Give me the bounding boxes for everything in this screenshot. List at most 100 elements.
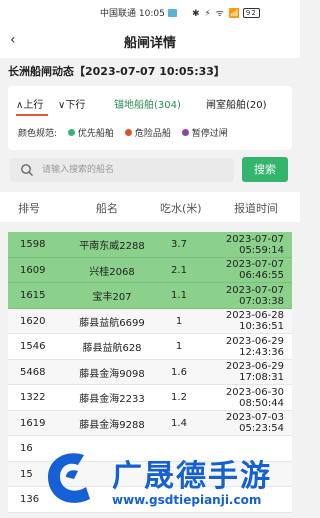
legend-label-priority: 优先船舶 [77, 129, 114, 139]
cell-time: 10:36:51 [239, 321, 284, 333]
cell-report-time: 2023-07-03 05:23:54 [220, 411, 284, 437]
legend-label-suspended: 暂停过闸 [191, 129, 228, 139]
cell-draft: 1 [175, 315, 183, 327]
search-button[interactable]: 搜索 [242, 157, 288, 182]
table-row[interactable]: 15 [8, 461, 292, 488]
cell-ship-name: 藤县益航6699 [79, 317, 145, 329]
cell-ship-name: 宝丰207 [92, 292, 132, 304]
cell-id: 5468 [20, 366, 46, 378]
cell-date: 2023-07-07 [225, 259, 284, 271]
column-header-draft: 吃水(米) [160, 202, 202, 215]
cell-report-time: 2023-06-30 08:50:44 [220, 385, 284, 411]
cell-id: 15 [20, 468, 33, 480]
filter-panel: ∧上行 ∨下行 锚地船舶(304) 闸室船舶(20) 颜色规范: 优先船舶 危险… [8, 86, 292, 150]
cell-ship-name: 平南东威2288 [79, 241, 145, 253]
cell-id: 1546 [20, 341, 46, 353]
search-icon [21, 164, 33, 176]
cell-ship-name [72, 436, 152, 462]
cell-report-time: 2023-06-28 10:36:51 [220, 309, 284, 335]
ship-table: 1598 平南东威2288 3.7 2023-07-07 05:59:14 1609 兴桂2… [8, 232, 292, 518]
table-row[interactable]: 5468 藤县金海9098 1.6 2023-06-29 17:08:31 [8, 359, 292, 386]
tab-upstream[interactable]: ∧上行 [16, 96, 43, 111]
cell-id: 1609 [20, 264, 46, 276]
legend-dot-priority [67, 129, 75, 136]
cell-time: 05:23:54 [239, 423, 284, 435]
cell-date: 2023-06-30 [225, 386, 284, 398]
cell-id: 1619 [20, 417, 46, 429]
cell-draft: 1.6 [171, 366, 187, 378]
column-header-id: 排号 [18, 202, 40, 215]
cell-time: 12:43:36 [239, 346, 284, 358]
status-bar: 中国联通 10:05 ✱ ⚡ ᯤ 📶 92 [0, 0, 300, 22]
cell-id: 1322 [20, 392, 46, 404]
table-row[interactable]: 1598 平南东威2288 3.7 2023-07-07 05:59:14 [8, 232, 292, 258]
cell-draft: 2.1 [171, 264, 187, 276]
cell-draft: 1 [175, 341, 183, 353]
cell-draft [166, 436, 192, 462]
table-row[interactable]: 1609 兴桂2068 2.1 2023-07-07 06:46:55 [8, 257, 292, 284]
cell-time: 08:50:44 [239, 397, 284, 409]
table-row[interactable]: 1615 宝丰207 1.1 2023-07-07 07:03:38 [8, 283, 292, 309]
cell-date: 2023-07-07 [225, 284, 284, 296]
search-input[interactable] [42, 161, 227, 179]
page-title: 船闸详情 [123, 36, 176, 51]
cell-report-time: 2023-07-07 07:03:38 [220, 283, 284, 309]
active-tab-indicator [16, 114, 48, 116]
notification-icon [167, 9, 177, 17]
cell-date: 2023-07-03 [225, 412, 284, 424]
legend-prefix: 颜色规范: [18, 129, 58, 139]
cell-ship-name [72, 462, 152, 488]
cell-report-time: 2023-06-29 17:08:31 [220, 360, 284, 386]
cell-ship-name [72, 487, 152, 513]
cell-id: 1620 [20, 315, 46, 327]
table-row[interactable]: 1546 藤县益航628 1 2023-06-29 12:43:36 [8, 334, 292, 360]
table-row[interactable]: 16 [8, 436, 292, 462]
legend-dot-suspended [181, 129, 189, 136]
cell-draft: 1.4 [171, 417, 187, 429]
status-icons: ✱ ⚡ ᯤ 📶 92 [192, 6, 260, 19]
cell-date: 2023-07-07 [225, 233, 284, 245]
cell-report-time: 2023-07-07 06:46:55 [220, 258, 284, 284]
battery-icon: 92 [242, 8, 260, 18]
cell-ship-name: 藤县金海9288 [79, 419, 145, 431]
table-row[interactable]: 1619 藤县金海9288 1.4 2023-07-03 05:23:54 [8, 410, 292, 437]
cell-draft: 1.2 [171, 392, 187, 404]
cell-report-time: 2023-07-07 05:59:14 [220, 232, 284, 258]
tab-downstream[interactable]: ∨下行 [58, 96, 85, 111]
cell-draft: 3.7 [171, 239, 187, 251]
cell-ship-name: 藤县金海2233 [79, 394, 145, 406]
cell-date: 2023-06-29 [225, 335, 284, 347]
cell-draft: 1.1 [171, 290, 187, 302]
lock-status-header: 长洲船闸动态【2023-07-07 10:05:33】 [8, 65, 225, 78]
tab-anchorage-ships[interactable]: 锚地船舶(304) [114, 96, 181, 111]
status-carrier-time: 中国联通 10:05 [100, 6, 177, 19]
table-row[interactable]: 1322 藤县金海2233 1.2 2023-06-30 08:50:44 [8, 385, 292, 411]
cell-report-time: 2023-06-29 12:43:36 [220, 334, 284, 360]
table-row[interactable]: 1620 藤县益航6699 1 2023-06-28 10:36:51 [8, 308, 292, 335]
search-box [10, 158, 234, 182]
table-row[interactable]: 136 [8, 487, 292, 513]
cell-ship-name: 藤县益航628 [82, 343, 142, 355]
cell-id: 136 [20, 494, 40, 506]
cell-id: 1615 [20, 290, 46, 302]
cell-report-time [220, 462, 284, 488]
table-header: 排号 船名 吃水(米) 报道时间 [0, 192, 300, 222]
column-header-name: 船名 [96, 202, 118, 215]
cell-id: 1598 [20, 239, 46, 251]
cell-ship-name: 兴桂2068 [89, 266, 135, 278]
column-header-time: 报道时间 [234, 202, 278, 215]
cell-time: 05:59:14 [239, 244, 284, 256]
cell-draft [166, 462, 192, 488]
tab-chamber-ships[interactable]: 闸室船舶(20) [206, 96, 267, 111]
cell-time: 06:46:55 [239, 270, 284, 282]
cell-report-time [220, 436, 284, 462]
cell-id: 16 [20, 443, 33, 455]
cell-date: 2023-06-28 [225, 310, 284, 322]
cell-draft [166, 487, 192, 513]
cell-time: 07:03:38 [239, 295, 284, 307]
cell-date: 2023-06-29 [225, 361, 284, 373]
nav-bar: ‹ 船闸详情 [0, 22, 300, 58]
legend-dot-dangerous [124, 129, 132, 136]
color-legend: 颜色规范: 优先船舶 危险品船 暂停过闸 [18, 126, 228, 139]
cell-ship-name: 藤县金海9098 [79, 368, 145, 380]
